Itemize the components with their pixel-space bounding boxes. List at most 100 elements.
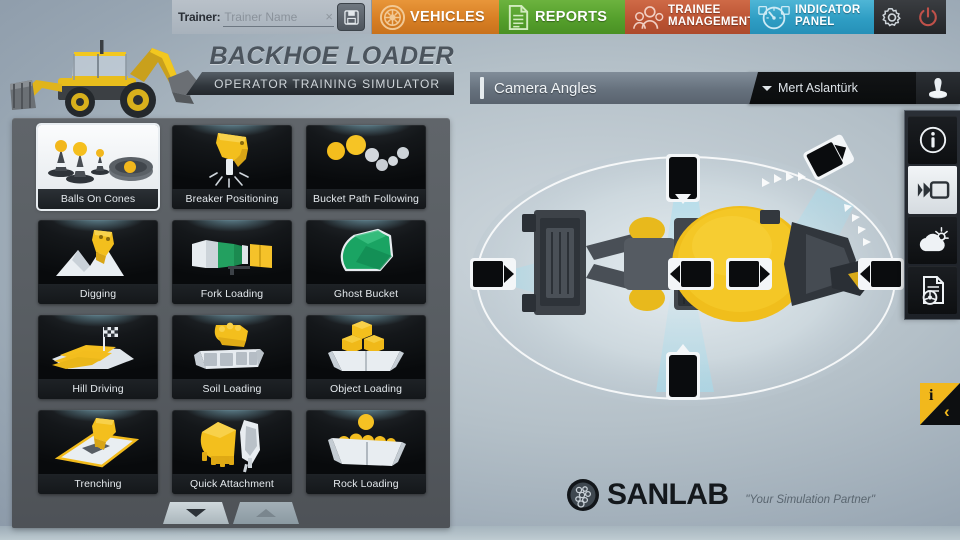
exercise-tile-soil-loading[interactable]: Soil Loading xyxy=(172,315,292,399)
sanlab-logo-icon xyxy=(567,479,599,511)
exercise-scroll-controls xyxy=(12,498,450,524)
page-title: BACKHOE LOADER xyxy=(209,42,454,70)
tab-reports-label: REPORTS xyxy=(535,8,608,25)
info-tab-chevron: ‹ xyxy=(944,402,950,421)
exercise-panel: Balls On Cones Breaker Positioning Bucke… xyxy=(12,118,450,528)
exercise-tile-breaker-positioning[interactable]: Breaker Positioning xyxy=(172,125,292,209)
gear-icon xyxy=(882,7,901,26)
tile-caption: Fork Loading xyxy=(172,284,292,304)
exercise-tile-hill-driving[interactable]: Hill Driving xyxy=(38,315,158,399)
digging-icon xyxy=(56,230,124,276)
exercise-tile-digging[interactable]: Digging xyxy=(38,220,158,304)
camera-marker-right xyxy=(858,258,904,290)
exercise-tile-trenching[interactable]: Trenching xyxy=(38,410,158,494)
exercise-label: Ghost Bucket xyxy=(333,288,399,300)
tile-caption: Ghost Bucket xyxy=(306,284,426,304)
camera-marker-center-left xyxy=(668,258,714,290)
camera-marker-center-right xyxy=(726,258,772,290)
rock-loading-icon xyxy=(328,414,406,466)
camera-stage xyxy=(462,110,910,460)
tile-caption: Hill Driving xyxy=(38,379,158,399)
sanlab-footer: SANLAB "Your Simulation Partner" xyxy=(566,478,875,512)
power-icon xyxy=(919,7,937,27)
weather-cloud-sun-icon xyxy=(919,227,949,252)
rail-button-camera[interactable] xyxy=(908,166,957,214)
exercise-label: Hill Driving xyxy=(72,383,124,395)
trainer-input-wrap: × xyxy=(223,7,334,27)
exercise-tile-rock-loading[interactable]: Rock Loading xyxy=(306,410,426,494)
wheel-icon xyxy=(379,4,406,30)
gauge-icon xyxy=(758,5,790,30)
caret-down-icon xyxy=(762,85,772,91)
exercise-label: Fork Loading xyxy=(200,288,264,300)
camera-angles-header: Camera Angles xyxy=(470,72,758,104)
quick-attachment-icon xyxy=(200,420,260,473)
info-collapse-tab[interactable]: i ‹ xyxy=(920,383,960,425)
exercise-label: Breaker Positioning xyxy=(185,193,279,205)
scroll-up-button[interactable] xyxy=(233,502,299,524)
info-tab-letter: i xyxy=(929,387,934,404)
exercise-tile-object-loading[interactable]: Object Loading xyxy=(306,315,426,399)
breaker-positioning-icon xyxy=(209,133,249,188)
chevron-down-icon xyxy=(186,509,206,517)
exercise-tile-grid: Balls On Cones Breaker Positioning Bucke… xyxy=(38,125,428,494)
settings-button[interactable] xyxy=(874,0,910,34)
trainer-name-input[interactable] xyxy=(223,7,334,27)
tab-reports[interactable]: REPORTS xyxy=(499,0,625,34)
tab-vehicles-label: VEHICLES xyxy=(410,8,485,25)
exercise-tile-ghost-bucket[interactable]: Ghost Bucket xyxy=(306,220,426,304)
scroll-down-button[interactable] xyxy=(163,502,229,524)
header-accent-bar xyxy=(480,77,484,99)
tile-caption: Breaker Positioning xyxy=(172,189,292,209)
rail-button-info[interactable] xyxy=(908,116,957,164)
trainer-label: Trainer: xyxy=(178,10,221,24)
exercise-label: Trenching xyxy=(74,478,122,490)
exercise-tile-quick-attachment[interactable]: Quick Attachment xyxy=(172,410,292,494)
tab-indicator-line1: INDICATOR xyxy=(795,4,861,17)
exercise-tile-bucket-path-following[interactable]: Bucket Path Following xyxy=(306,125,426,209)
exercise-tile-fork-loading[interactable]: Fork Loading xyxy=(172,220,292,304)
app-root: Trainer: × xyxy=(0,0,960,540)
chevron-up-icon xyxy=(256,509,276,517)
exercise-label: Soil Loading xyxy=(202,383,262,395)
exercise-label: Quick Attachment xyxy=(190,478,274,490)
report-steering-icon xyxy=(922,276,944,305)
exercise-label: Object Loading xyxy=(329,383,403,395)
subtitle-bar: OPERATOR TRAINING SIMULATOR xyxy=(186,72,454,95)
tile-caption: Balls On Cones xyxy=(38,189,158,209)
power-button[interactable] xyxy=(910,0,946,34)
title-block: BACKHOE LOADER OPERATOR TRAINING SIMULAT… xyxy=(186,44,454,95)
exercise-label: Digging xyxy=(79,288,117,300)
tab-indicator-panel[interactable]: INDICATOR PANEL xyxy=(750,0,874,34)
info-circle-icon xyxy=(919,126,946,154)
document-icon xyxy=(508,4,529,30)
rail-button-weather[interactable] xyxy=(908,216,957,264)
ghost-bucket-icon xyxy=(340,228,394,272)
tab-trainee-line2: MANAGEMENT xyxy=(668,16,750,28)
exercise-tile-balls-on-cones[interactable]: Balls On Cones xyxy=(38,125,158,209)
joystick-button[interactable] xyxy=(916,72,960,104)
clear-trainer-icon[interactable]: × xyxy=(325,9,333,24)
tab-vehicles[interactable]: VEHICLES xyxy=(372,0,499,34)
camera-marker-top xyxy=(666,154,700,204)
joystick-icon xyxy=(929,78,947,99)
balls-on-cones-icon xyxy=(48,140,153,184)
tile-caption: Bucket Path Following xyxy=(306,189,426,209)
tab-trainee-management[interactable]: TRAINEE MANAGEMENT xyxy=(625,0,750,34)
people-icon xyxy=(633,5,664,29)
camera-angles-title: Camera Angles xyxy=(494,79,597,97)
tile-caption: Digging xyxy=(38,284,158,304)
tab-indicator-panel-label: INDICATOR PANEL xyxy=(795,4,861,28)
user-name-label: Mert Aslantürk xyxy=(778,81,858,95)
tab-indicator-line2: PANEL xyxy=(795,16,835,28)
user-selector-bar[interactable]: Mert Aslantürk xyxy=(748,72,960,104)
page-subtitle: OPERATOR TRAINING SIMULATOR xyxy=(214,76,440,91)
hill-driving-icon xyxy=(52,327,134,369)
soil-loading-icon xyxy=(194,322,264,369)
tool-rail xyxy=(904,110,960,320)
tab-trainee-line1: TRAINEE xyxy=(668,4,721,17)
save-trainer-button[interactable] xyxy=(337,3,365,31)
video-camera-icon xyxy=(917,181,949,199)
rail-button-report[interactable] xyxy=(908,266,957,314)
